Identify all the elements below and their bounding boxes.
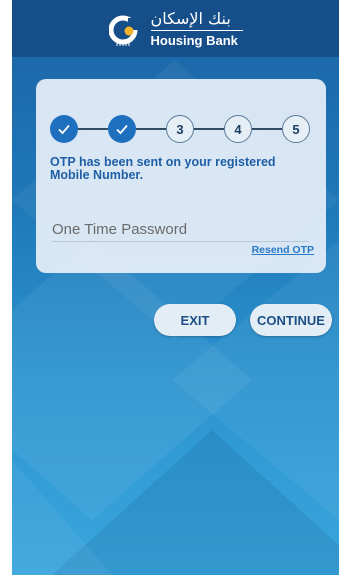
- step-1-complete: [50, 115, 78, 143]
- progress-stepper: 3 4 5: [50, 115, 312, 143]
- brand-arabic-name: بنك الإسكان: [150, 8, 231, 28]
- step-2-complete: [108, 115, 136, 143]
- step-connector: [136, 128, 166, 130]
- step-4: 4: [224, 115, 252, 143]
- housing-bank-logo-icon: [108, 15, 142, 46]
- app-screen: بنك الإسكان Housing Bank 3 4 5 OTP has b…: [12, 0, 339, 575]
- continue-button[interactable]: CONTINUE: [250, 304, 332, 336]
- step-connector: [252, 128, 282, 130]
- check-icon: [116, 124, 128, 135]
- step-3: 3: [166, 115, 194, 143]
- brand-english-name: Housing Bank: [150, 32, 238, 48]
- brand-divider: [150, 29, 243, 31]
- resend-otp-link[interactable]: Resend OTP: [252, 244, 314, 256]
- otp-sent-message: OTP has been sent on your registered Mob…: [50, 155, 276, 182]
- app-header: بنك الإسكان Housing Bank: [12, 0, 339, 57]
- step-connector: [194, 128, 224, 130]
- brand-name: بنك الإسكان Housing Bank: [150, 8, 243, 48]
- otp-card: 3 4 5 OTP has been sent on your register…: [36, 79, 326, 273]
- otp-input[interactable]: [52, 219, 309, 242]
- step-5: 5: [282, 115, 310, 143]
- exit-button[interactable]: EXIT: [154, 304, 236, 336]
- check-icon: [58, 124, 70, 135]
- step-connector: [78, 128, 108, 130]
